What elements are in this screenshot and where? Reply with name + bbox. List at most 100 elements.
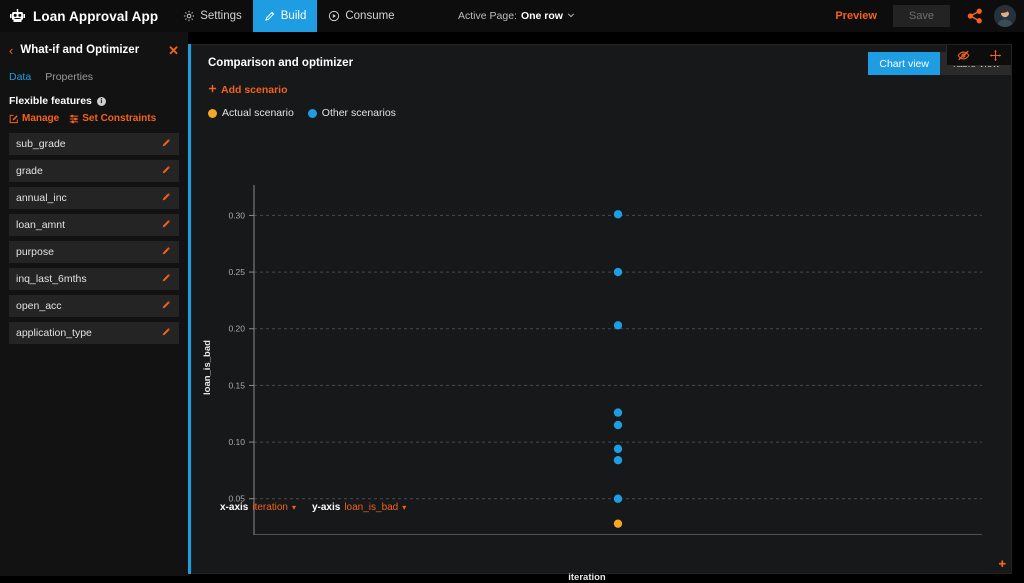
feature-name: grade — [16, 165, 43, 177]
scatter-point[interactable] — [613, 494, 623, 503]
feature-row-application-type[interactable]: application_type — [9, 322, 179, 344]
chart-legend: Actual scenario Other scenarios — [208, 107, 396, 119]
scatter-plot-canvas[interactable]: 0.050.100.150.200.250.300.00 — [192, 135, 1013, 555]
nav-tab-consume-label: Consume — [345, 10, 395, 22]
x-axis-selector-label: x-axis — [220, 502, 249, 513]
set-constraints-button[interactable]: Set Constraints — [69, 113, 156, 124]
scatter-point[interactable] — [613, 444, 623, 454]
top-bar-right-actions: Preview Save — [823, 0, 1016, 32]
feature-row-annual-inc[interactable]: annual_inc — [9, 187, 179, 209]
feature-row-grade[interactable]: grade — [9, 160, 179, 182]
sliders-icon — [69, 114, 79, 124]
scatter-point[interactable] — [613, 267, 623, 277]
feature-name: application_type — [16, 327, 92, 339]
y-tick-label: 0.15 — [228, 380, 245, 390]
main-canvas: Comparison and optimizer Chart view Tabl… — [188, 32, 1024, 583]
feature-name: loan_amnt — [16, 219, 66, 231]
legend-item-other-scenarios[interactable]: Other scenarios — [307, 107, 396, 119]
axis-selector-group: x-axis iteration ▾ y-axis loan_is_bad ▾ — [220, 502, 406, 513]
add-scenario-button[interactable]: Add scenario — [208, 84, 288, 96]
nav-tab-settings-label: Settings — [200, 10, 242, 22]
chevron-left-icon[interactable]: ‹ — [9, 44, 13, 57]
x-axis-selector[interactable]: x-axis iteration ▾ — [220, 502, 296, 513]
flexible-features-list: sub_grade grade annual_inc loan_amnt pur… — [0, 133, 188, 344]
pencil-icon[interactable] — [161, 297, 172, 315]
sidebar-title: What-if and Optimizer — [20, 44, 140, 56]
y-tick-label: 0.20 — [228, 324, 245, 334]
app-title: Loan Approval App — [33, 8, 159, 24]
y-tick-label: 0.25 — [228, 267, 245, 277]
y-axis-title: loan_is_bad — [202, 340, 213, 395]
sidebar-tabs: Data Properties — [0, 63, 188, 83]
resize-handle-icon[interactable]: ✚ — [998, 560, 1006, 569]
save-button[interactable]: Save — [892, 5, 950, 27]
eye-slash-icon[interactable] — [957, 49, 970, 62]
left-sidebar-panel: ‹ What-if and Optimizer ✕ Data Propertie… — [0, 32, 188, 576]
feature-name: purpose — [16, 246, 54, 258]
nav-tab-build-label: Build — [280, 10, 307, 22]
scatter-point[interactable] — [613, 210, 623, 219]
y-tick-label: 0.30 — [228, 210, 245, 220]
nav-tab-consume[interactable]: Consume — [317, 0, 405, 32]
scatter-point[interactable] — [613, 420, 623, 430]
pencil-icon[interactable] — [161, 162, 172, 180]
sidebar-action-row: Manage Set Constraints — [0, 107, 188, 124]
feature-name: sub_grade — [16, 138, 66, 150]
scatter-point[interactable] — [613, 519, 623, 528]
preview-button[interactable]: Preview — [823, 0, 889, 32]
add-scenario-label: Add scenario — [221, 84, 288, 96]
feature-name: open_acc — [16, 300, 62, 312]
legend-dot-other — [307, 108, 317, 118]
feature-name: inq_last_6mths — [16, 273, 87, 285]
info-icon[interactable]: i — [96, 96, 106, 106]
feature-row-sub-grade[interactable]: sub_grade — [9, 133, 179, 155]
move-arrows-icon[interactable] — [989, 49, 1002, 62]
scatter-point[interactable] — [613, 456, 623, 465]
nav-tab-build[interactable]: Build — [252, 0, 318, 32]
chevron-down-icon: ▾ — [291, 503, 296, 512]
tab-data[interactable]: Data — [9, 71, 31, 83]
nav-tab-settings[interactable]: Settings — [172, 0, 253, 32]
legend-item-actual-scenario[interactable]: Actual scenario — [208, 107, 294, 119]
close-icon[interactable]: ✕ — [168, 44, 179, 57]
pencil-icon[interactable] — [161, 216, 172, 234]
set-constraints-label: Set Constraints — [82, 113, 157, 124]
comparison-optimizer-card: Comparison and optimizer Chart view Tabl… — [191, 44, 1013, 583]
tab-properties[interactable]: Properties — [45, 71, 93, 83]
pencil-icon[interactable] — [161, 189, 172, 207]
pencil-icon[interactable] — [161, 324, 172, 342]
pencil-icon — [264, 10, 276, 22]
chart-view-button[interactable]: Chart view — [868, 52, 940, 75]
active-page-label: Active Page: — [458, 10, 517, 22]
plus-icon — [208, 84, 217, 96]
pencil-icon[interactable] — [161, 243, 172, 261]
pencil-icon[interactable] — [161, 270, 172, 288]
feature-row-open-acc[interactable]: open_acc — [9, 295, 179, 317]
legend-label: Actual scenario — [222, 107, 294, 119]
card-title: Comparison and optimizer — [208, 57, 354, 69]
legend-dot-actual — [208, 108, 217, 118]
manage-button[interactable]: Manage — [9, 113, 59, 124]
scatter-point[interactable] — [613, 408, 623, 417]
x-axis-title: iteration — [568, 572, 606, 583]
flexible-features-title: Flexible features — [9, 95, 92, 107]
top-bar: Loan Approval App Settings Build Consume… — [0, 0, 1024, 32]
feature-row-loan-amnt[interactable]: loan_amnt — [9, 214, 179, 236]
feature-row-purpose[interactable]: purpose — [9, 241, 179, 263]
y-axis-selector[interactable]: y-axis loan_is_bad ▾ — [312, 502, 406, 513]
manage-label: Manage — [22, 113, 60, 124]
app-root: Loan Approval App Settings Build Consume… — [0, 0, 1024, 583]
x-axis-selector-value: iteration — [252, 502, 288, 513]
chevron-down-icon: ▾ — [402, 503, 407, 512]
y-tick-label: 0.10 — [228, 437, 245, 447]
active-page-selector[interactable]: Active Page: One row — [458, 0, 575, 32]
scatter-point[interactable] — [613, 321, 623, 330]
share-icon[interactable] — [966, 7, 984, 25]
y-axis-selector-label: y-axis — [311, 502, 341, 513]
feature-row-inq-last-6mths[interactable]: inq_last_6mths — [9, 268, 179, 290]
feature-name: annual_inc — [16, 192, 67, 204]
sidebar-header: ‹ What-if and Optimizer ✕ — [0, 37, 188, 63]
avatar[interactable] — [994, 5, 1016, 27]
legend-label: Other scenarios — [321, 107, 396, 119]
pencil-icon[interactable] — [161, 135, 172, 153]
